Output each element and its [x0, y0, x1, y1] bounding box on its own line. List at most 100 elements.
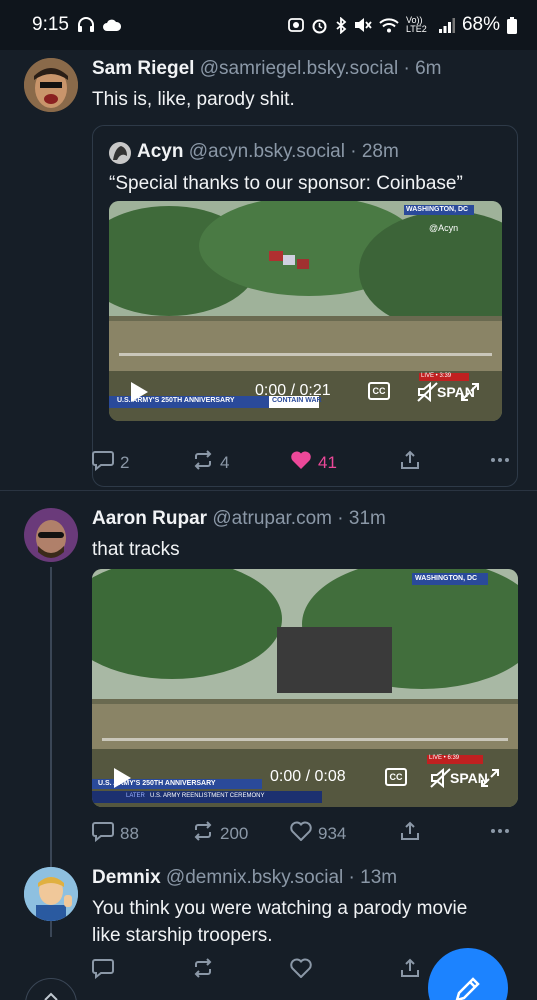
mute-video-icon[interactable] — [430, 767, 452, 793]
video-progress-bar[interactable] — [102, 738, 508, 741]
post-header: Demnix @demnix.bsky.social · 13m — [92, 867, 397, 889]
captions-button[interactable]: CC — [385, 768, 407, 786]
cloud-icon — [102, 19, 121, 31]
more-button[interactable] — [490, 821, 510, 846]
repost-icon — [192, 958, 214, 983]
author-name[interactable]: Sam Riegel — [92, 58, 194, 79]
battery-icon — [507, 16, 517, 34]
separator-dot: · — [337, 508, 344, 529]
reply-button[interactable]: 2 — [92, 450, 129, 476]
status-bar: 9:15 Vo)) LTE2 68% — [0, 0, 537, 50]
post-header: Sam Riegel @samriegel.bsky.social · 6m — [92, 58, 441, 80]
post-text: This is, like, parody shit. — [92, 89, 295, 110]
fullscreen-icon[interactable] — [480, 768, 500, 793]
share-button[interactable] — [400, 958, 420, 983]
share-button[interactable] — [400, 821, 420, 846]
separator-dot: · — [348, 867, 355, 888]
like-button[interactable]: 934 — [290, 821, 346, 846]
reply-icon — [92, 450, 114, 476]
author-handle[interactable]: @samriegel.bsky.social — [200, 58, 398, 79]
video-progress-bar[interactable] — [119, 353, 492, 356]
video-player[interactable]: WASHINGTON, DC U.S. ARMY'S 250TH ANNIVER… — [92, 569, 518, 807]
like-count: 41 — [318, 452, 337, 472]
share-icon — [400, 958, 420, 983]
battery-percent: 68% — [461, 14, 500, 35]
repost-icon — [192, 450, 214, 475]
video-location: WASHINGTON, DC — [415, 575, 478, 582]
share-icon — [400, 450, 420, 475]
like-count: 934 — [318, 823, 347, 843]
post-text-line: like starship troopers. — [92, 925, 273, 946]
quote-time: 28m — [361, 141, 399, 162]
video-watermark: @Acyn — [429, 223, 459, 233]
quote-avatar[interactable] — [109, 142, 131, 164]
more-icon — [490, 450, 510, 475]
repost-button[interactable] — [192, 958, 214, 983]
video-player[interactable]: WASHINGTON, DC @Acyn U.S. ARMY'S 250TH A… — [109, 201, 502, 421]
more-button[interactable] — [490, 450, 510, 475]
post-text: You think you were watching a parody mov… — [92, 895, 532, 949]
post-time: 13m — [360, 867, 398, 888]
post-aaron-rupar[interactable]: Aaron Rupar @atrupar.com · 31m that trac… — [0, 491, 537, 937]
repost-button[interactable]: 4 — [192, 450, 229, 475]
post-sam-riegel[interactable]: Sam Riegel @samriegel.bsky.social · 6m T… — [0, 50, 537, 490]
like-button[interactable]: 41 — [290, 450, 337, 475]
share-icon — [400, 821, 420, 846]
post-time: 31m — [348, 508, 386, 529]
quote-author-name[interactable]: Acyn — [137, 141, 183, 162]
separator-dot: · — [403, 58, 410, 79]
share-button[interactable] — [400, 450, 420, 475]
avatar[interactable] — [24, 508, 78, 562]
author-name[interactable]: Demnix — [92, 867, 161, 888]
repost-icon — [192, 821, 214, 846]
chevron-up-icon — [43, 989, 59, 1000]
reply-icon — [92, 958, 114, 984]
quote-text: “Special thanks to our sponsor: Coinbase… — [109, 173, 463, 194]
more-icon — [490, 821, 510, 846]
quoted-post[interactable]: Acyn @acyn.bsky.social · 28m “Special th… — [92, 125, 518, 487]
video-time: 0:00 / 0:08 — [270, 768, 346, 785]
avatar[interactable] — [24, 867, 78, 921]
reply-button[interactable] — [92, 958, 114, 984]
heart-icon — [290, 821, 312, 846]
heart-icon — [290, 958, 312, 983]
quote-author-handle[interactable]: @acyn.bsky.social — [189, 141, 345, 162]
play-icon[interactable] — [129, 381, 149, 408]
avatar[interactable] — [24, 58, 78, 112]
mute-icon — [354, 17, 372, 33]
play-icon[interactable] — [112, 767, 132, 794]
fullscreen-icon[interactable] — [460, 382, 480, 407]
signal-icon — [438, 17, 455, 33]
post-text: that tracks — [92, 539, 180, 560]
quote-header: Acyn @acyn.bsky.social · 28m — [137, 141, 399, 163]
video-chyron-sub: U.S. ARMY REENLISTMENT CEREMONY — [150, 793, 265, 799]
repost-count: 200 — [220, 823, 249, 843]
status-time: 9:15 — [32, 14, 69, 35]
like-button[interactable] — [290, 958, 312, 983]
wifi-icon — [379, 17, 399, 33]
mute-video-icon[interactable] — [417, 381, 439, 407]
post-header: Aaron Rupar @atrupar.com · 31m — [92, 508, 386, 530]
repost-button[interactable]: 200 — [192, 821, 248, 846]
repost-count: 4 — [220, 452, 230, 472]
reply-icon — [92, 821, 114, 847]
video-time: 0:00 / 0:21 — [255, 382, 331, 399]
captions-button[interactable]: CC — [368, 382, 390, 400]
heart-icon — [290, 450, 312, 475]
separator-dot: · — [350, 141, 357, 162]
video-location: WASHINGTON, DC — [406, 206, 469, 213]
author-handle[interactable]: @atrupar.com — [212, 508, 332, 529]
reply-count: 88 — [120, 824, 139, 843]
author-name[interactable]: Aaron Rupar — [92, 508, 207, 529]
alarm-icon — [311, 17, 328, 34]
reply-button[interactable]: 88 — [92, 821, 139, 847]
network-label: Vo)) LTE2 — [405, 15, 427, 34]
author-handle[interactable]: @demnix.bsky.social — [166, 867, 343, 888]
video-live-badge: LIVE • 3:39 — [421, 373, 452, 379]
video-live-badge: LIVE • 6:39 — [429, 755, 460, 761]
compose-icon — [453, 974, 483, 1000]
post-text-line: You think you were watching a parody mov… — [92, 898, 468, 919]
headphones-icon — [77, 17, 95, 33]
post-time: 6m — [415, 58, 442, 79]
camera-icon — [288, 17, 304, 33]
